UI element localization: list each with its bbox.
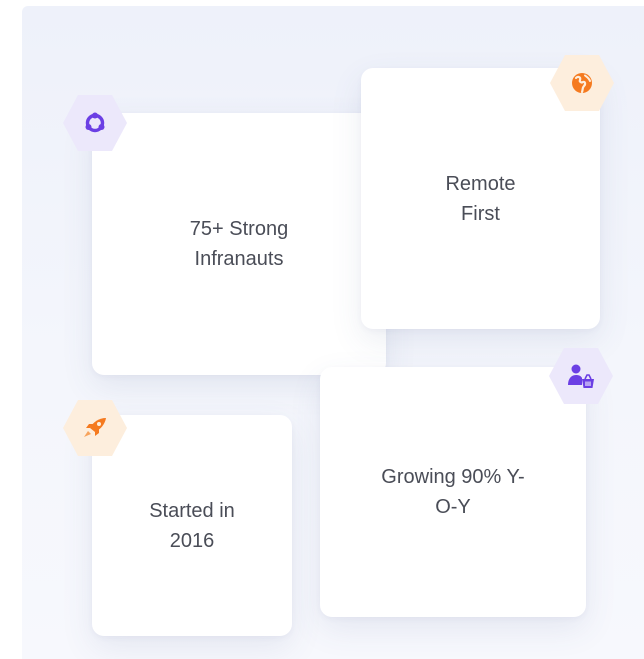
rocket-icon <box>61 398 129 458</box>
card-growth-text: Growing 90% Y-O-Y <box>381 466 525 518</box>
card-remote-text: Remote First <box>445 172 516 225</box>
card-team-size: 75+ Strong Infranauts <box>92 113 386 375</box>
user-basket-icon <box>547 346 615 406</box>
card-started-text: Started in 2016 <box>149 499 235 552</box>
stats-section: 75+ Strong Infranauts Remote First Start… <box>0 0 644 659</box>
card-team-size-text: 75+ Strong Infranauts <box>189 218 289 270</box>
globe-icon <box>548 53 616 113</box>
team-circle-icon <box>61 93 129 153</box>
